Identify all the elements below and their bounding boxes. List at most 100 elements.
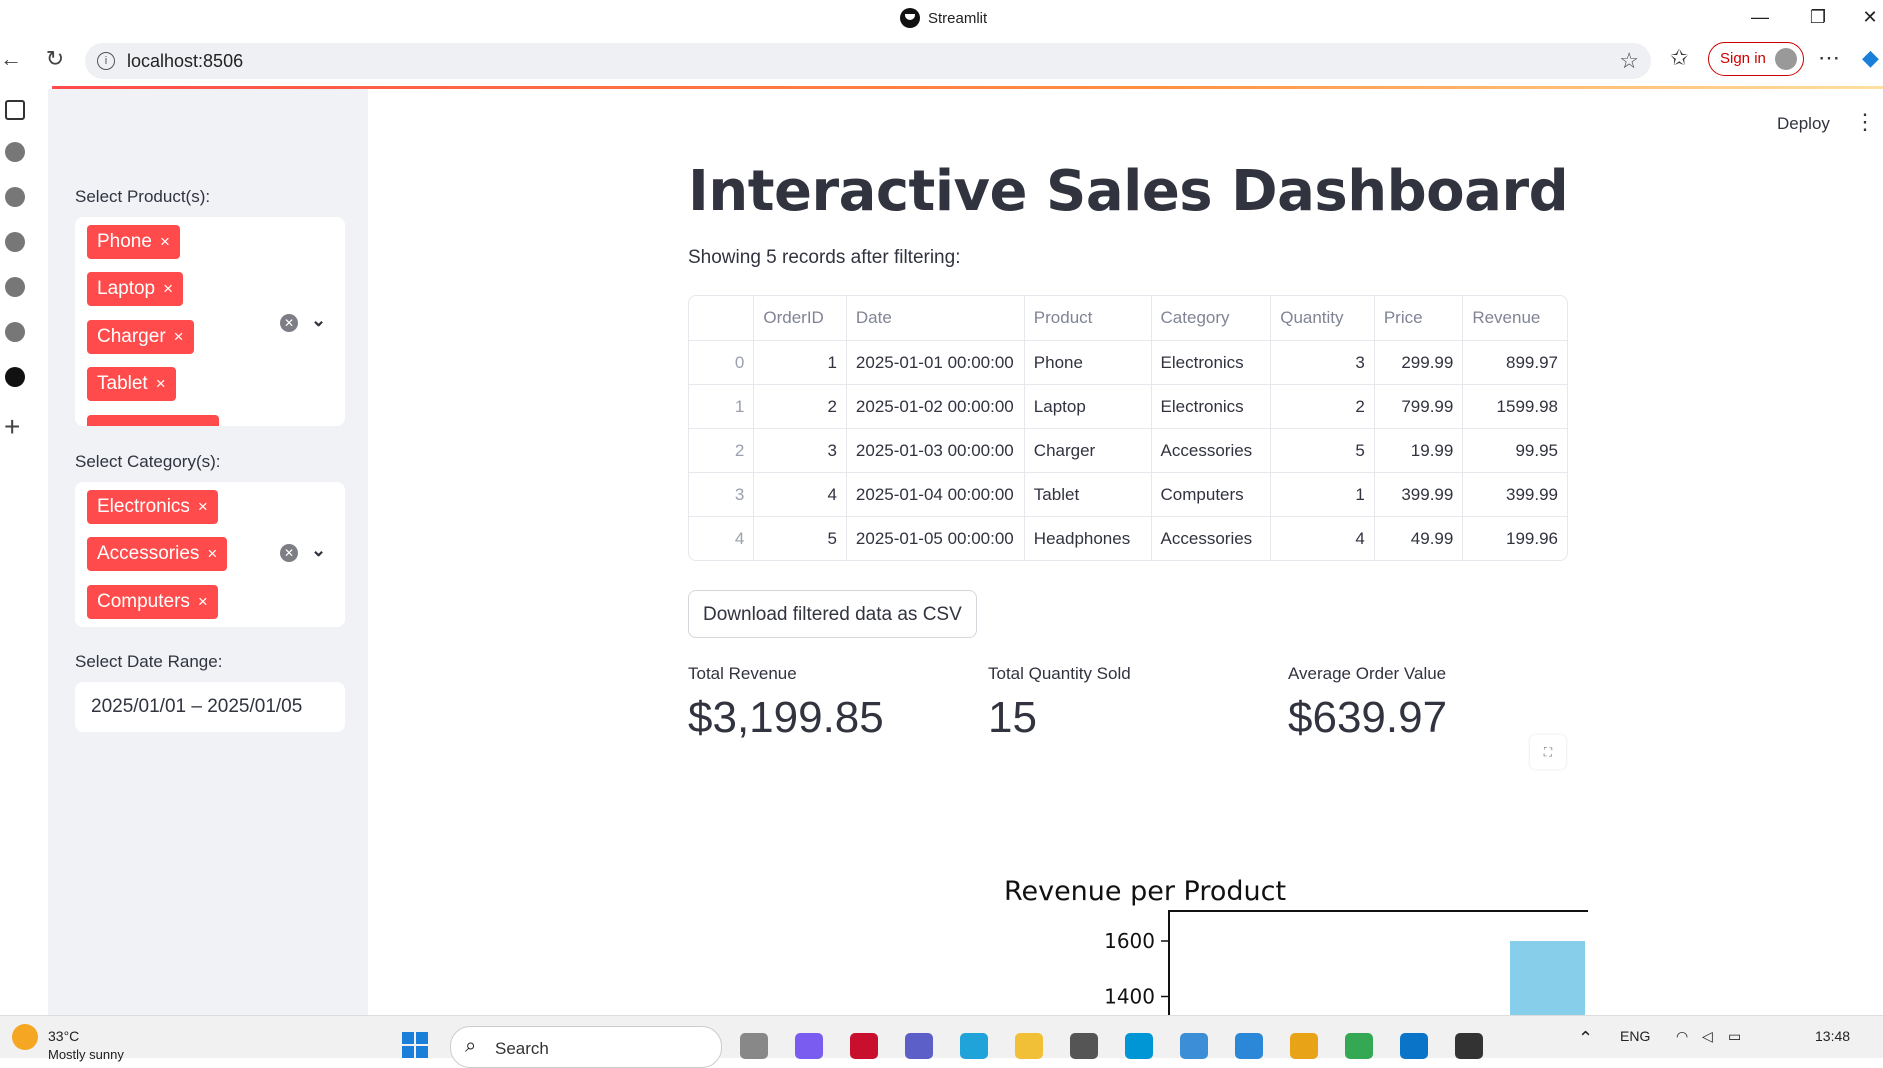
column-header[interactable]: Revenue	[1463, 296, 1567, 341]
table-cell[interactable]: 2	[754, 385, 847, 429]
column-header[interactable]: Product	[1024, 296, 1152, 341]
back-icon[interactable]: ←	[0, 46, 26, 72]
site-info-icon[interactable]: i	[97, 52, 115, 70]
tab-streamlit-icon[interactable]	[5, 322, 25, 342]
table-cell[interactable]: Accessories	[1151, 429, 1272, 473]
table-cell[interactable]: Phone	[1024, 341, 1152, 385]
reload-icon[interactable]: ↻	[40, 46, 70, 72]
chrome-icon[interactable]	[1345, 1033, 1373, 1059]
language-indicator[interactable]: ENG	[1620, 1028, 1650, 1044]
table-cell[interactable]: 3	[1271, 341, 1375, 385]
category-chip[interactable]: Electronics ×	[87, 490, 218, 524]
remove-chip-icon[interactable]: ×	[160, 232, 170, 251]
tray-chevron-icon[interactable]: ⌃	[1578, 1028, 1593, 1049]
remove-chip-icon[interactable]: ×	[163, 279, 173, 298]
table-cell[interactable]: 399.99	[1463, 473, 1567, 517]
terminal-icon[interactable]	[1455, 1033, 1483, 1059]
category-multiselect[interactable]: Electronics × Accessories × Computers × ✕ ⌄	[75, 482, 345, 627]
remove-chip-icon[interactable]: ×	[207, 544, 217, 563]
column-header[interactable]: OrderID	[754, 296, 847, 341]
tab-streamlit-icon[interactable]	[5, 232, 25, 252]
data-table[interactable]: OrderID Date Product Category Quantity P…	[688, 295, 1568, 561]
table-cell[interactable]: 899.97	[1463, 341, 1567, 385]
favorites-icon[interactable]: ✩	[1670, 45, 1688, 71]
product-chip-partial[interactable]	[87, 415, 219, 426]
task-view-icon[interactable]	[740, 1033, 768, 1059]
table-cell[interactable]: 399.99	[1374, 473, 1464, 517]
product-chip[interactable]: Laptop ×	[87, 272, 184, 306]
table-cell[interactable]: Electronics	[1151, 385, 1272, 429]
row-index[interactable]: 0	[689, 341, 755, 385]
wifi-icon[interactable]: ◠	[1676, 1028, 1688, 1045]
tab-streamlit-active-icon[interactable]	[5, 367, 25, 387]
fullscreen-icon[interactable]: ⛶	[1530, 735, 1566, 769]
table-cell[interactable]: Electronics	[1151, 341, 1272, 385]
table-cell[interactable]: 1599.98	[1463, 385, 1567, 429]
tab-streamlit-icon[interactable]	[5, 277, 25, 297]
table-cell[interactable]: 2025-01-05 00:00:00	[847, 517, 1025, 560]
column-header[interactable]: Date	[846, 296, 1025, 341]
table-cell[interactable]: 49.99	[1375, 517, 1464, 560]
clear-all-icon[interactable]: ✕	[280, 314, 298, 332]
deploy-button[interactable]: Deploy	[1777, 114, 1830, 134]
table-cell[interactable]: 3	[754, 429, 847, 473]
table-cell[interactable]: 299.99	[1374, 341, 1464, 385]
copilot-icon[interactable]: ◆	[1862, 45, 1879, 71]
remove-chip-icon[interactable]: ×	[156, 374, 166, 393]
chevron-down-icon[interactable]: ⌄	[311, 310, 326, 331]
table-cell[interactable]: Charger	[1024, 429, 1152, 473]
main-menu-icon[interactable]: ⋮	[1854, 109, 1876, 135]
app-icon[interactable]	[1235, 1033, 1263, 1059]
table-cell[interactable]: 799.99	[1374, 385, 1464, 429]
table-cell[interactable]: 99.95	[1463, 429, 1567, 473]
python-icon[interactable]	[1180, 1033, 1208, 1059]
row-index[interactable]: 1	[689, 385, 755, 429]
tab-streamlit-icon[interactable]	[5, 142, 25, 162]
address-bar[interactable]: i localhost:8506 ☆	[85, 43, 1651, 79]
taskbar-search[interactable]: ⌕ Search	[450, 1026, 722, 1068]
chevron-down-icon[interactable]: ⌄	[311, 540, 326, 561]
table-cell[interactable]: 5	[1271, 429, 1375, 473]
weather-condition[interactable]: Mostly sunny	[48, 1047, 124, 1062]
close-icon[interactable]: ✕	[1850, 4, 1883, 30]
remove-chip-icon[interactable]: ×	[198, 497, 208, 516]
download-csv-button[interactable]: Download filtered data as CSV	[688, 590, 977, 638]
temperature[interactable]: 33°C	[48, 1028, 79, 1044]
table-cell[interactable]: 2	[1271, 385, 1375, 429]
table-cell[interactable]: Tablet	[1024, 473, 1152, 517]
column-header[interactable]	[689, 296, 755, 341]
clear-all-icon[interactable]: ✕	[280, 544, 298, 562]
table-cell[interactable]: 4	[754, 473, 847, 517]
product-chip[interactable]: Phone ×	[87, 225, 180, 259]
weather-sun-icon[interactable]	[12, 1024, 38, 1050]
table-cell[interactable]: 4	[1271, 517, 1375, 560]
remove-chip-icon[interactable]: ×	[198, 592, 208, 611]
tab-streamlit-icon[interactable]	[5, 187, 25, 207]
table-cell[interactable]: Headphones	[1025, 517, 1152, 560]
row-index[interactable]: 2	[689, 429, 755, 473]
favorite-star-icon[interactable]: ☆	[1619, 48, 1639, 74]
mcafee-icon[interactable]	[850, 1033, 878, 1059]
table-cell[interactable]: 199.96	[1463, 517, 1567, 560]
copilot-app-icon[interactable]	[795, 1033, 823, 1059]
product-chip[interactable]: Charger ×	[87, 320, 194, 354]
table-cell[interactable]: 1	[754, 341, 847, 385]
file-explorer-icon[interactable]	[1015, 1033, 1043, 1059]
category-chip[interactable]: Computers ×	[87, 585, 218, 619]
edge-icon[interactable]	[960, 1033, 988, 1059]
restore-icon[interactable]: ❐	[1798, 4, 1838, 30]
column-header[interactable]: Category	[1151, 296, 1272, 341]
product-multiselect[interactable]: Phone × Laptop × Charger × Tablet × ✕ ⌄	[75, 217, 345, 426]
table-cell[interactable]: Accessories	[1152, 517, 1272, 560]
table-cell[interactable]: 1	[1271, 473, 1375, 517]
column-header[interactable]: Quantity	[1271, 296, 1375, 341]
tab-actions-icon[interactable]	[5, 100, 25, 120]
table-cell[interactable]: 2025-01-02 00:00:00	[846, 385, 1025, 429]
store-icon[interactable]	[1290, 1033, 1318, 1059]
volume-icon[interactable]: ◁	[1702, 1028, 1713, 1045]
column-header[interactable]: Price	[1374, 296, 1464, 341]
date-range-input[interactable]: 2025/01/01 – 2025/01/05	[75, 682, 345, 732]
remove-chip-icon[interactable]: ×	[174, 327, 184, 346]
battery-icon[interactable]: ▭	[1728, 1028, 1741, 1045]
teams-icon[interactable]	[905, 1033, 933, 1059]
